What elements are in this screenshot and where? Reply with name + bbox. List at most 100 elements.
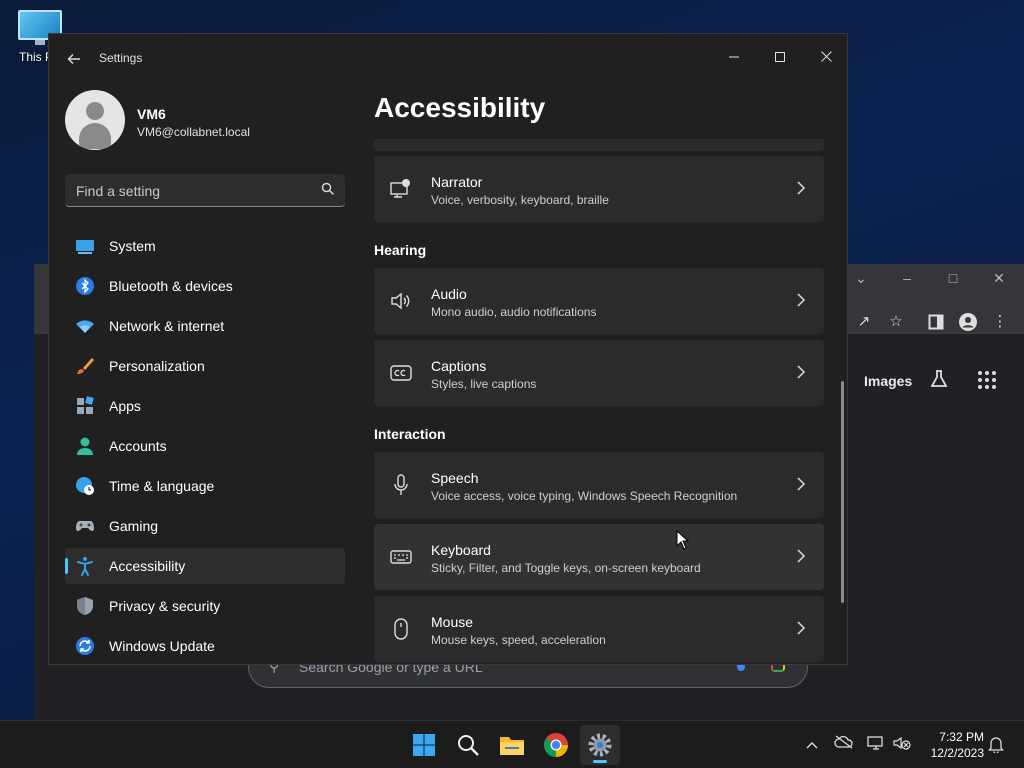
sidebar-item-privacy-security[interactable]: Privacy & security — [65, 588, 345, 624]
search-input[interactable]: Find a setting — [65, 174, 345, 207]
sidebar-item-label: System — [109, 238, 156, 254]
card-narrator[interactable]: Narrator Voice, verbosity, keyboard, bra… — [374, 156, 824, 222]
sidebar-item-accessibility[interactable]: Accessibility — [65, 548, 345, 584]
tray-overflow-chevron-icon[interactable] — [802, 735, 822, 755]
sidebar-item-network[interactable]: Network & internet — [65, 308, 345, 344]
card-speech[interactable]: Speech Voice access, voice typing, Windo… — [374, 452, 824, 518]
profile-icon[interactable] — [958, 312, 978, 332]
settings-card-partial[interactable] — [374, 139, 824, 151]
sidebar-item-label: Gaming — [109, 518, 159, 534]
update-icon — [76, 637, 94, 655]
start-button[interactable] — [404, 725, 444, 765]
images-link[interactable]: Images — [864, 373, 912, 389]
sidebar-nav: System Bluetooth & devices Network & int… — [65, 228, 345, 664]
narrator-icon — [390, 179, 410, 198]
sidebar-item-label: Network & internet — [109, 318, 225, 334]
user-email: VM6@collabnet.local — [137, 125, 250, 139]
card-title: Speech — [431, 470, 479, 486]
user-name: VM6 — [137, 106, 166, 122]
sidebar-item-label: Time & language — [109, 478, 215, 494]
section-interaction: Interaction — [374, 426, 446, 442]
chevron-right-icon — [797, 477, 806, 491]
back-button[interactable] — [63, 48, 85, 70]
card-captions[interactable]: Captions Styles, live captions — [374, 340, 824, 406]
sidebar-item-label: Bluetooth & devices — [109, 278, 233, 294]
file-explorer-button[interactable] — [492, 725, 532, 765]
search-icon — [321, 182, 334, 195]
search-icon — [458, 735, 479, 756]
browser-close-button[interactable]: ✕ — [989, 270, 1009, 287]
sidebar-item-time-language[interactable]: Time & language — [65, 468, 345, 504]
card-keyboard[interactable]: Keyboard Sticky, Filter, and Toggle keys… — [374, 524, 824, 590]
close-icon — [820, 51, 832, 62]
taskbar-clock[interactable]: 7:32 PM 12/2/2023 — [914, 729, 984, 761]
maximize-icon — [775, 52, 785, 62]
page-title: Accessibility — [374, 92, 546, 123]
sidebar-item-label: Windows Update — [109, 638, 215, 654]
windows-logo-icon — [413, 734, 435, 756]
content-scrollbar[interactable] — [841, 381, 844, 603]
speaker-icon — [391, 292, 410, 310]
settings-titlebar: Settings — [49, 34, 847, 82]
taskbar: 7:32 PM 12/2/2023 — [0, 720, 1024, 768]
card-title: Narrator — [431, 174, 483, 190]
onedrive-offline-icon[interactable] — [834, 735, 854, 755]
card-mouse[interactable]: Mouse Mouse keys, speed, acceleration — [374, 596, 824, 662]
keyboard-icon — [390, 550, 412, 564]
settings-window: Settings VM6 VM6@collabnet.local Find a … — [48, 33, 848, 665]
card-audio[interactable]: Audio Mono audio, audio notifications — [374, 268, 824, 334]
app-title: Settings — [99, 51, 143, 65]
sidebar-item-windows-update[interactable]: Windows Update — [65, 628, 345, 664]
close-button[interactable] — [803, 42, 847, 74]
browser-maximize-button[interactable]: □ — [943, 270, 963, 286]
maximize-button[interactable] — [757, 42, 803, 74]
mouse-cursor-icon — [676, 530, 690, 550]
card-title: Audio — [431, 286, 467, 302]
card-subtitle: Sticky, Filter, and Toggle keys, on-scre… — [431, 561, 701, 575]
browser-tab-dropdown-icon[interactable]: ⌄ — [851, 270, 871, 287]
avatar[interactable] — [65, 90, 125, 150]
browser-menu-icon[interactable]: ⋮ — [990, 312, 1010, 332]
gear-icon — [588, 733, 612, 757]
sidebar-item-label: Accounts — [109, 438, 167, 454]
folder-icon — [500, 737, 524, 755]
taskbar-search-button[interactable] — [448, 725, 488, 765]
sidebar-item-label: Privacy & security — [109, 598, 221, 614]
side-panel-icon[interactable] — [926, 312, 946, 332]
settings-taskbar-button[interactable] — [580, 725, 620, 765]
section-hearing: Hearing — [374, 242, 427, 258]
system-icon — [76, 240, 94, 254]
bookmark-star-icon[interactable]: ☆ — [886, 312, 906, 332]
gamepad-icon — [76, 521, 94, 532]
browser-minimize-button[interactable]: – — [897, 270, 917, 286]
shield-icon — [77, 597, 93, 615]
card-subtitle: Mono audio, audio notifications — [431, 305, 597, 319]
sidebar-item-apps[interactable]: Apps — [65, 388, 345, 424]
network-icon[interactable] — [866, 735, 886, 755]
bluetooth-icon — [76, 277, 94, 295]
wifi-icon — [76, 320, 94, 333]
chevron-right-icon — [797, 621, 806, 635]
volume-muted-icon[interactable] — [892, 735, 912, 755]
card-subtitle: Voice access, voice typing, Windows Spee… — [431, 489, 738, 503]
labs-flask-icon[interactable] — [929, 369, 949, 394]
card-title: Keyboard — [431, 542, 491, 558]
chrome-icon — [544, 733, 568, 757]
sidebar-item-system[interactable]: System — [65, 228, 345, 264]
captions-icon — [390, 365, 412, 381]
sidebar-item-bluetooth[interactable]: Bluetooth & devices — [65, 268, 345, 304]
minimize-button[interactable] — [711, 42, 757, 74]
sidebar-item-accounts[interactable]: Accounts — [65, 428, 345, 464]
sidebar-item-gaming[interactable]: Gaming — [65, 508, 345, 544]
brush-icon — [77, 358, 94, 374]
accessibility-icon — [77, 557, 93, 576]
share-icon[interactable]: ↗ — [854, 312, 874, 332]
content-pane: Narrator Voice, verbosity, keyboard, bra… — [374, 139, 824, 664]
sidebar-item-personalization[interactable]: Personalization — [65, 348, 345, 384]
notification-bell-icon[interactable] — [986, 735, 1006, 755]
chrome-button[interactable] — [536, 725, 576, 765]
globe-clock-icon — [76, 477, 94, 495]
mouse-icon — [394, 618, 408, 640]
google-apps-icon[interactable] — [978, 371, 998, 391]
search-placeholder: Find a setting — [76, 183, 161, 199]
